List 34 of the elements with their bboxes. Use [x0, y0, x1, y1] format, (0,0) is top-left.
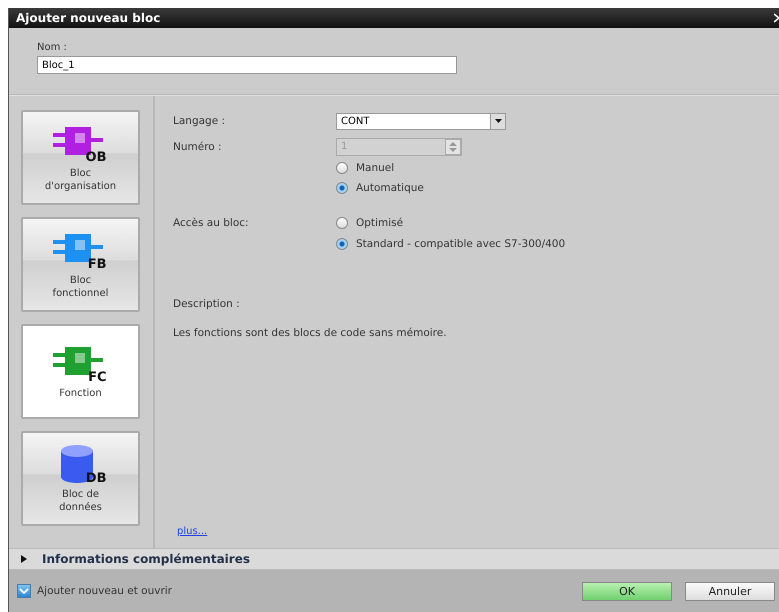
- tile-label: Bloc d'organisation: [44, 166, 116, 192]
- additional-info-header[interactable]: Informations complémentaires: [9, 548, 779, 570]
- tile-label: Bloc fonctionnel: [52, 274, 108, 300]
- radio-label: Optimisé: [356, 217, 404, 229]
- language-label: Langage :: [173, 115, 226, 127]
- more-link[interactable]: plus...: [177, 526, 208, 537]
- number-label: Numéro :: [173, 141, 223, 153]
- description-text: Les fonctions sont des blocs de code sans mémoire.: [173, 327, 448, 339]
- cancel-button[interactable]: Annuler: [685, 582, 775, 600]
- caret-icon: [494, 119, 502, 123]
- radio-button[interactable]: [336, 238, 348, 250]
- spinner-arrows-icon: [445, 139, 461, 155]
- close-icon[interactable]: [774, 13, 779, 23]
- block-code: FB: [88, 256, 106, 272]
- radio-label: Automatique: [356, 182, 424, 194]
- block-code: OB: [86, 150, 106, 164]
- tile-label: Bloc de données: [59, 488, 102, 514]
- name-field[interactable]: Bloc_1: [37, 56, 457, 74]
- checkbox-label: Ajouter nouveau et ouvrir: [37, 585, 174, 597]
- description-label: Description :: [173, 298, 241, 310]
- radio-label: Manuel: [356, 162, 394, 174]
- name-label: Nom :: [37, 42, 68, 53]
- ok-button[interactable]: OK: [582, 582, 672, 600]
- checkbox[interactable]: [17, 584, 31, 598]
- language-dropdown[interactable]: CONT: [336, 112, 506, 130]
- block-type-tile[interactable]: FB Bloc fonctionnel: [21, 217, 140, 312]
- block-type-tile[interactable]: OB Bloc d'organisation: [21, 110, 140, 205]
- radio-button[interactable]: [336, 217, 348, 229]
- radio-label: Standard - compatible avec S7-300/400: [356, 238, 566, 250]
- window-title: Ajouter nouveau bloc: [16, 11, 160, 25]
- block-code: FC: [88, 370, 106, 385]
- block-type-tile[interactable]: FC Fonction: [21, 324, 140, 419]
- tile-label: Fonction: [59, 387, 102, 400]
- access-label: Accès au bloc:: [173, 217, 250, 229]
